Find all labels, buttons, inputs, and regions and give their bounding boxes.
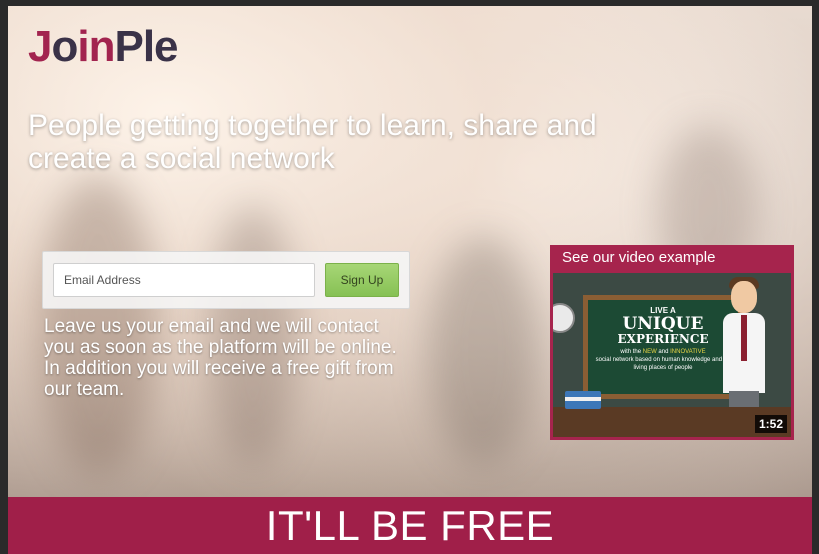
person-head: [731, 281, 757, 313]
logo-o: o: [51, 22, 78, 71]
landing-page: JoinPle People getting together to learn…: [8, 6, 812, 554]
person-tie: [741, 315, 747, 361]
video-duration: 1:52: [754, 415, 787, 433]
video-label: See our video example: [562, 249, 716, 266]
video-thumbnail[interactable]: LIVE A UNIQUE EXPERIENCE with the NEW an…: [553, 273, 791, 437]
logo-text: JoinPle: [28, 22, 179, 71]
video-card[interactable]: See our video example LIVE A UNIQUE EXPE…: [550, 245, 794, 440]
info-text: Leave us your email and we will contact …: [44, 316, 397, 400]
free-banner: IT'LL BE FREE: [8, 497, 812, 554]
signup-form: Sign Up: [42, 251, 410, 309]
board-subtext: with the NEW and INNOVATIVE social networ…: [595, 349, 731, 371]
email-input[interactable]: [53, 263, 315, 297]
clock-icon: [553, 303, 575, 333]
sign-up-button[interactable]: Sign Up: [325, 263, 399, 297]
books-icon: [565, 391, 601, 409]
chalkboard: LIVE A UNIQUE EXPERIENCE with the NEW an…: [583, 295, 743, 399]
headline: People getting together to learn, share …: [28, 109, 597, 175]
banner-text: IT'LL BE FREE: [265, 502, 555, 549]
background-blur: [428, 236, 538, 466]
logo[interactable]: JoinPle: [28, 22, 179, 72]
